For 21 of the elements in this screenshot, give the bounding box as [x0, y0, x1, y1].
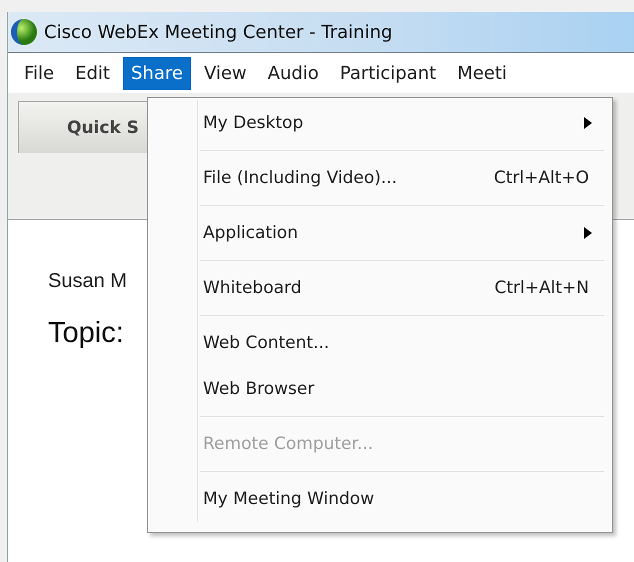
window-title: Cisco WebEx Meeting Center - Training [44, 22, 392, 42]
menu-bar-item[interactable]: Meeti [449, 56, 515, 90]
menu-item[interactable]: Whiteboard Ctrl+Alt+N [148, 265, 612, 311]
globe-icon [10, 18, 38, 46]
host-name: Susan M [48, 270, 127, 293]
menu-item[interactable]: Web Content... [148, 320, 612, 366]
menu-bar-item[interactable]: View [196, 56, 255, 90]
menu-item[interactable]: My Meeting Window [148, 476, 612, 522]
menu-bar-item[interactable]: Participant [332, 56, 444, 90]
tab[interactable]: Quick S [18, 101, 149, 153]
menu-item[interactable]: File (Including Video)... Ctrl+Alt+O [148, 155, 612, 201]
menu-item[interactable]: Application [148, 210, 612, 256]
menu-item[interactable]: My Desktop [148, 100, 612, 146]
menu-item[interactable]: Web Browser [148, 366, 612, 412]
topic-label: Topic: [48, 317, 124, 350]
shortcut-text: Ctrl+Alt+N [494, 278, 589, 298]
menu-bar-item[interactable]: Share [122, 56, 191, 90]
menu-bar-item[interactable]: File [16, 56, 62, 90]
shortcut-text: Ctrl+Alt+O [494, 168, 589, 188]
menu-bar-item[interactable]: Edit [67, 56, 118, 90]
menu-bar-item[interactable]: Audio [260, 56, 327, 90]
